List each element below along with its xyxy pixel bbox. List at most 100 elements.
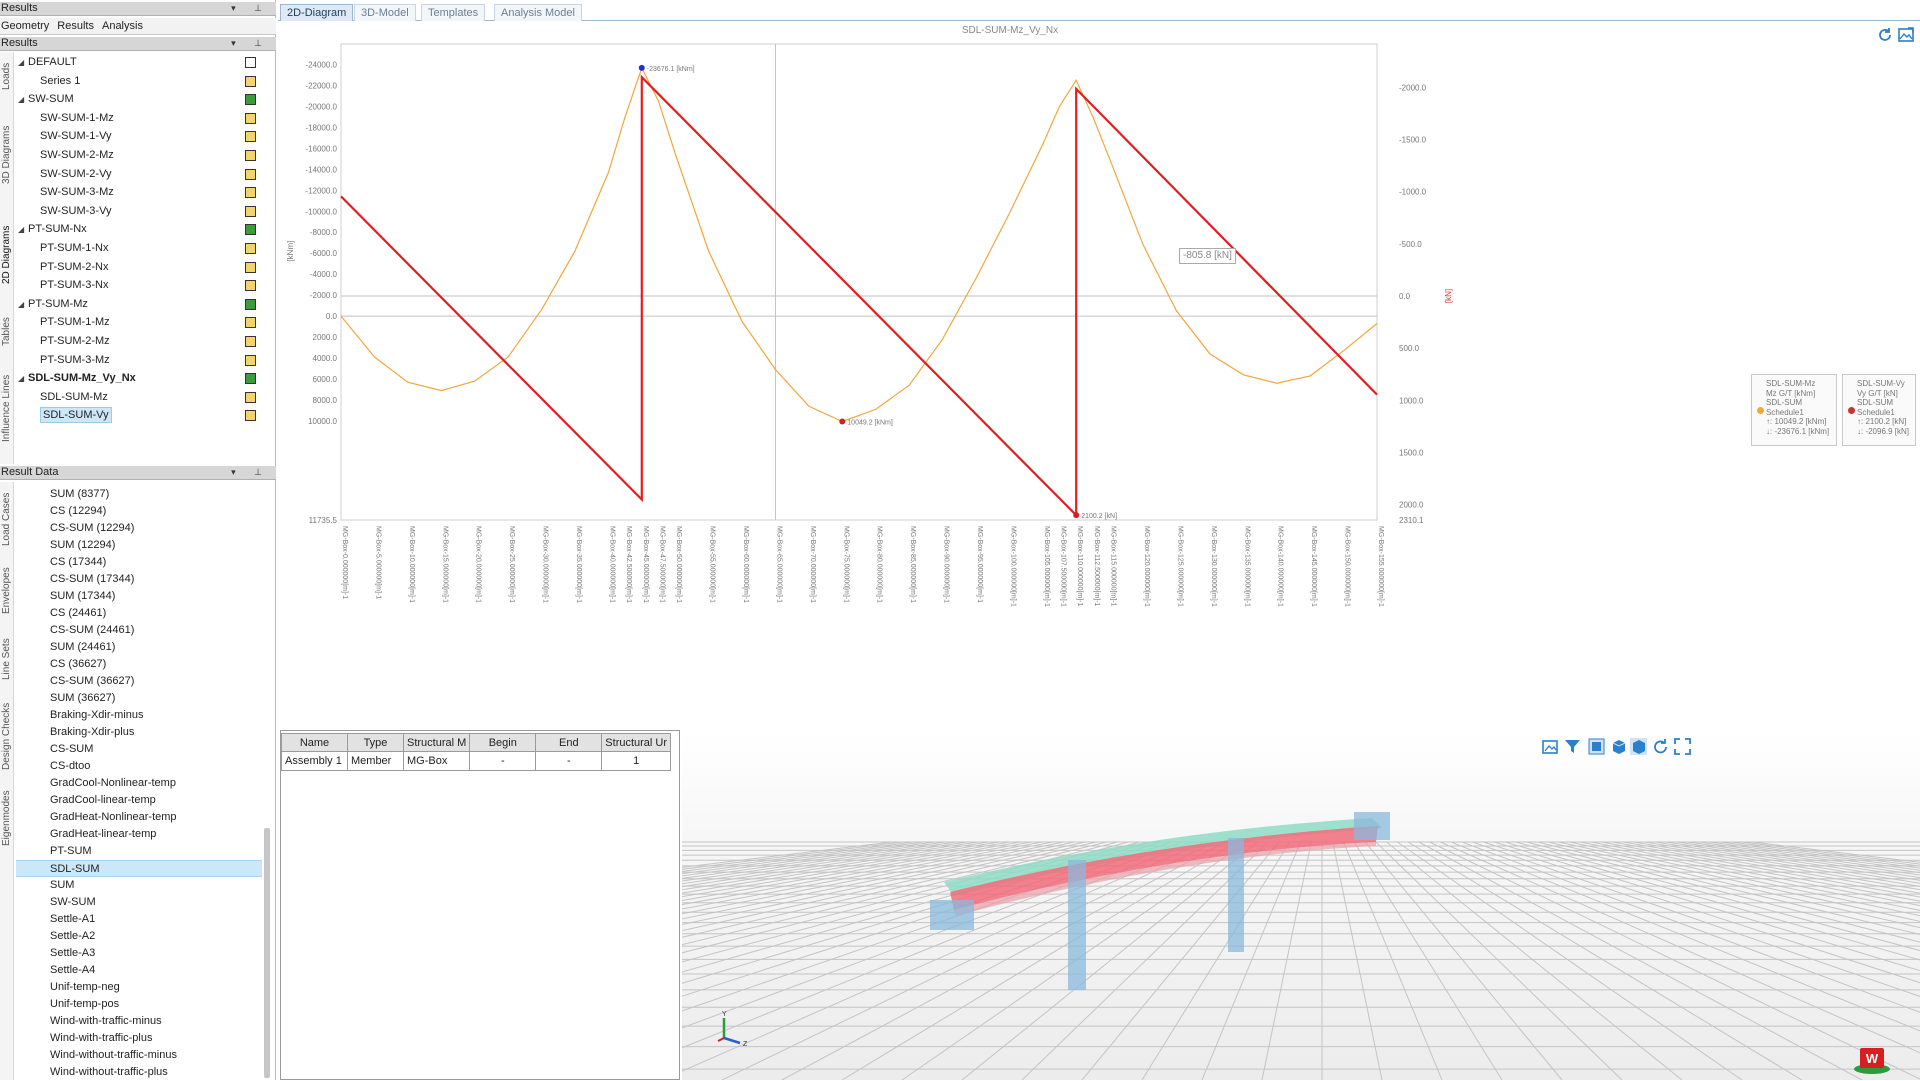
list-item[interactable]: CS-SUM	[14, 741, 262, 758]
list-item[interactable]: Wind-without-traffic-plus	[14, 1064, 262, 1081]
list-item[interactable]: CS-dtoo	[14, 758, 262, 775]
series-line-sdl-sum-mz[interactable]	[340, 66, 1378, 423]
color-swatch[interactable]	[245, 112, 256, 124]
tab-results[interactable]: Results	[56, 18, 97, 32]
list-item[interactable]: CS (36627)	[14, 656, 262, 673]
panel-controls-3[interactable]: ▾ ⊥	[231, 466, 270, 479]
tree-item[interactable]: PT-SUM-1-Nx	[14, 240, 276, 257]
list-item[interactable]: SUM	[14, 877, 262, 894]
color-swatch[interactable]	[245, 317, 256, 329]
chart-canvas[interactable]: SDL-SUM-Mz_Vy_Nx -24000.0 -22000.0 -20000.…	[278, 22, 1920, 727]
list-item[interactable]: CS (24461)	[14, 605, 262, 622]
col-begin[interactable]: Begin	[469, 733, 537, 752]
tree-item[interactable]: PT-SUM-2-Mz	[14, 333, 276, 350]
list-item[interactable]: CS (12294)	[14, 503, 262, 520]
filter-icon[interactable]	[1564, 738, 1581, 755]
expander-icon[interactable]: ◢	[18, 54, 24, 71]
color-swatch[interactable]	[245, 336, 256, 347]
list-item[interactable]: Wind-with-traffic-plus	[14, 1030, 262, 1047]
color-swatch[interactable]	[245, 205, 256, 217]
tree-item[interactable]: Series 1	[14, 73, 276, 90]
tab-3d-model[interactable]: 3D-Model	[354, 4, 416, 21]
panel-controls[interactable]: ▾ ⊥	[231, 2, 270, 15]
cell-structural-m[interactable]: MG-Box	[402, 751, 471, 771]
panel-controls-2[interactable]: ▾ ⊥	[231, 37, 270, 50]
list-item[interactable]: SUM (12294)	[14, 537, 262, 554]
list-item[interactable]: CS-SUM (12294)	[14, 520, 262, 537]
vtab-design-checks[interactable]: Design Checks	[0, 686, 14, 772]
list-item[interactable]: SUM (36627)	[14, 690, 262, 707]
tree-group[interactable]: ◢ SDL-SUM-Mz_Vy_Nx	[14, 370, 276, 387]
color-swatch[interactable]	[245, 354, 256, 366]
tab-analysis[interactable]: Analysis	[101, 18, 146, 32]
col-structural-ur[interactable]: Structural Ur	[601, 733, 672, 752]
list-item[interactable]: Braking-Xdir-plus	[14, 724, 262, 741]
color-swatch[interactable]	[245, 280, 256, 292]
cell-structural-ur[interactable]: 1	[601, 751, 672, 771]
list-item[interactable]: Unif-temp-pos	[14, 996, 262, 1013]
color-swatch[interactable]	[245, 168, 256, 180]
col-structural-m[interactable]: Structural M	[402, 733, 471, 752]
tree-group[interactable]: ◢ SW-SUM	[14, 91, 276, 108]
cell-name[interactable]: Assembly 1	[281, 751, 348, 771]
list-item[interactable]: CS-SUM (24461)	[14, 622, 262, 639]
list-item[interactable]: GradHeat-linear-temp	[14, 826, 262, 843]
color-swatch[interactable]	[245, 131, 256, 143]
list-item[interactable]: Wind-with-traffic-minus	[14, 1013, 262, 1030]
col-end[interactable]: End	[535, 733, 603, 752]
color-swatch[interactable]	[245, 391, 256, 403]
list-item[interactable]: Settle-A4	[14, 962, 262, 979]
legend-item-vy[interactable]: SDL-SUM-Vy Vy G/T [kN] SDL-SUM Schedule1…	[1842, 374, 1916, 446]
expander-icon[interactable]: ◢	[18, 91, 24, 108]
vtab-3d-diagrams[interactable]: 3D Diagrams	[0, 96, 14, 186]
tree-item[interactable]: SW-SUM-1-Mz	[14, 110, 276, 127]
color-swatch[interactable]	[245, 261, 256, 273]
tab-analysis-model[interactable]: Analysis Model	[494, 4, 582, 21]
list-item[interactable]: CS-SUM (36627)	[14, 673, 262, 690]
fullscreen-icon[interactable]	[1674, 738, 1691, 755]
tab-templates[interactable]: Templates	[421, 4, 486, 21]
col-name[interactable]: Name	[281, 733, 348, 752]
tree-item[interactable]: SW-SUM-2-Vy	[14, 166, 276, 183]
tree-item[interactable]: PT-SUM-3-Nx	[14, 277, 276, 294]
tree-item[interactable]: SW-SUM-3-Vy	[14, 203, 276, 220]
list-item[interactable]: SUM (24461)	[14, 639, 262, 656]
vtab-loads[interactable]: Loads	[0, 52, 14, 92]
vtab-influence-lines[interactable]: Influence Lines	[0, 352, 14, 442]
color-swatch[interactable]	[245, 150, 256, 161]
color-swatch[interactable]	[245, 187, 256, 199]
tree-group[interactable]: ◢ PT-SUM-Mz	[14, 296, 276, 313]
list-item[interactable]: Settle-A3	[14, 945, 262, 962]
tree-item[interactable]: SDL-SUM-Vy	[14, 407, 276, 424]
list-item[interactable]: SDL-SUM	[16, 860, 262, 877]
color-swatch[interactable]	[245, 224, 256, 236]
screenshot-icon[interactable]	[1542, 738, 1559, 755]
list-item[interactable]: PT-SUM	[14, 843, 262, 860]
list-item[interactable]: Braking-Xdir-minus	[14, 707, 262, 724]
list-item[interactable]: SUM (17344)	[14, 588, 262, 605]
tree-item[interactable]: SW-SUM-1-Vy	[14, 128, 276, 145]
list-item[interactable]: SUM (8377)	[14, 486, 262, 503]
cell-type[interactable]: Member	[347, 751, 404, 771]
list-item[interactable]: Wind-without-traffic-minus	[14, 1047, 262, 1064]
viewport-3d[interactable]: Y Z W	[682, 730, 1920, 1080]
list-item[interactable]: GradCool-linear-temp	[14, 792, 262, 809]
vtab-eigenmodes[interactable]: Eigenmodes	[0, 776, 14, 848]
refresh-icon[interactable]	[1876, 26, 1894, 44]
expander-icon[interactable]: ◢	[18, 296, 24, 313]
iso-view-icon[interactable]	[1630, 738, 1647, 755]
list-item[interactable]: GradHeat-Nonlinear-temp	[14, 809, 262, 826]
color-swatch[interactable]	[245, 298, 256, 310]
tree-item[interactable]: SDL-SUM-Mz	[14, 389, 276, 406]
legend-item-mz[interactable]: SDL-SUM-Mz Mz G/T [kNm] SDL-SUM Schedule…	[1751, 374, 1837, 446]
cell-begin[interactable]: -	[469, 751, 537, 771]
vtab-tables[interactable]: Tables	[0, 288, 14, 348]
box-view-icon[interactable]	[1610, 738, 1627, 755]
color-swatch[interactable]	[245, 410, 256, 422]
list-item[interactable]: SW-SUM	[14, 894, 262, 911]
color-swatch[interactable]	[245, 243, 256, 254]
tree-item[interactable]: SW-SUM-3-Mz	[14, 184, 276, 201]
rotate-icon[interactable]	[1652, 738, 1669, 755]
tab-2d-diagram[interactable]: 2D-Diagram	[280, 4, 354, 21]
tree-item[interactable]: PT-SUM-3-Mz	[14, 352, 276, 369]
